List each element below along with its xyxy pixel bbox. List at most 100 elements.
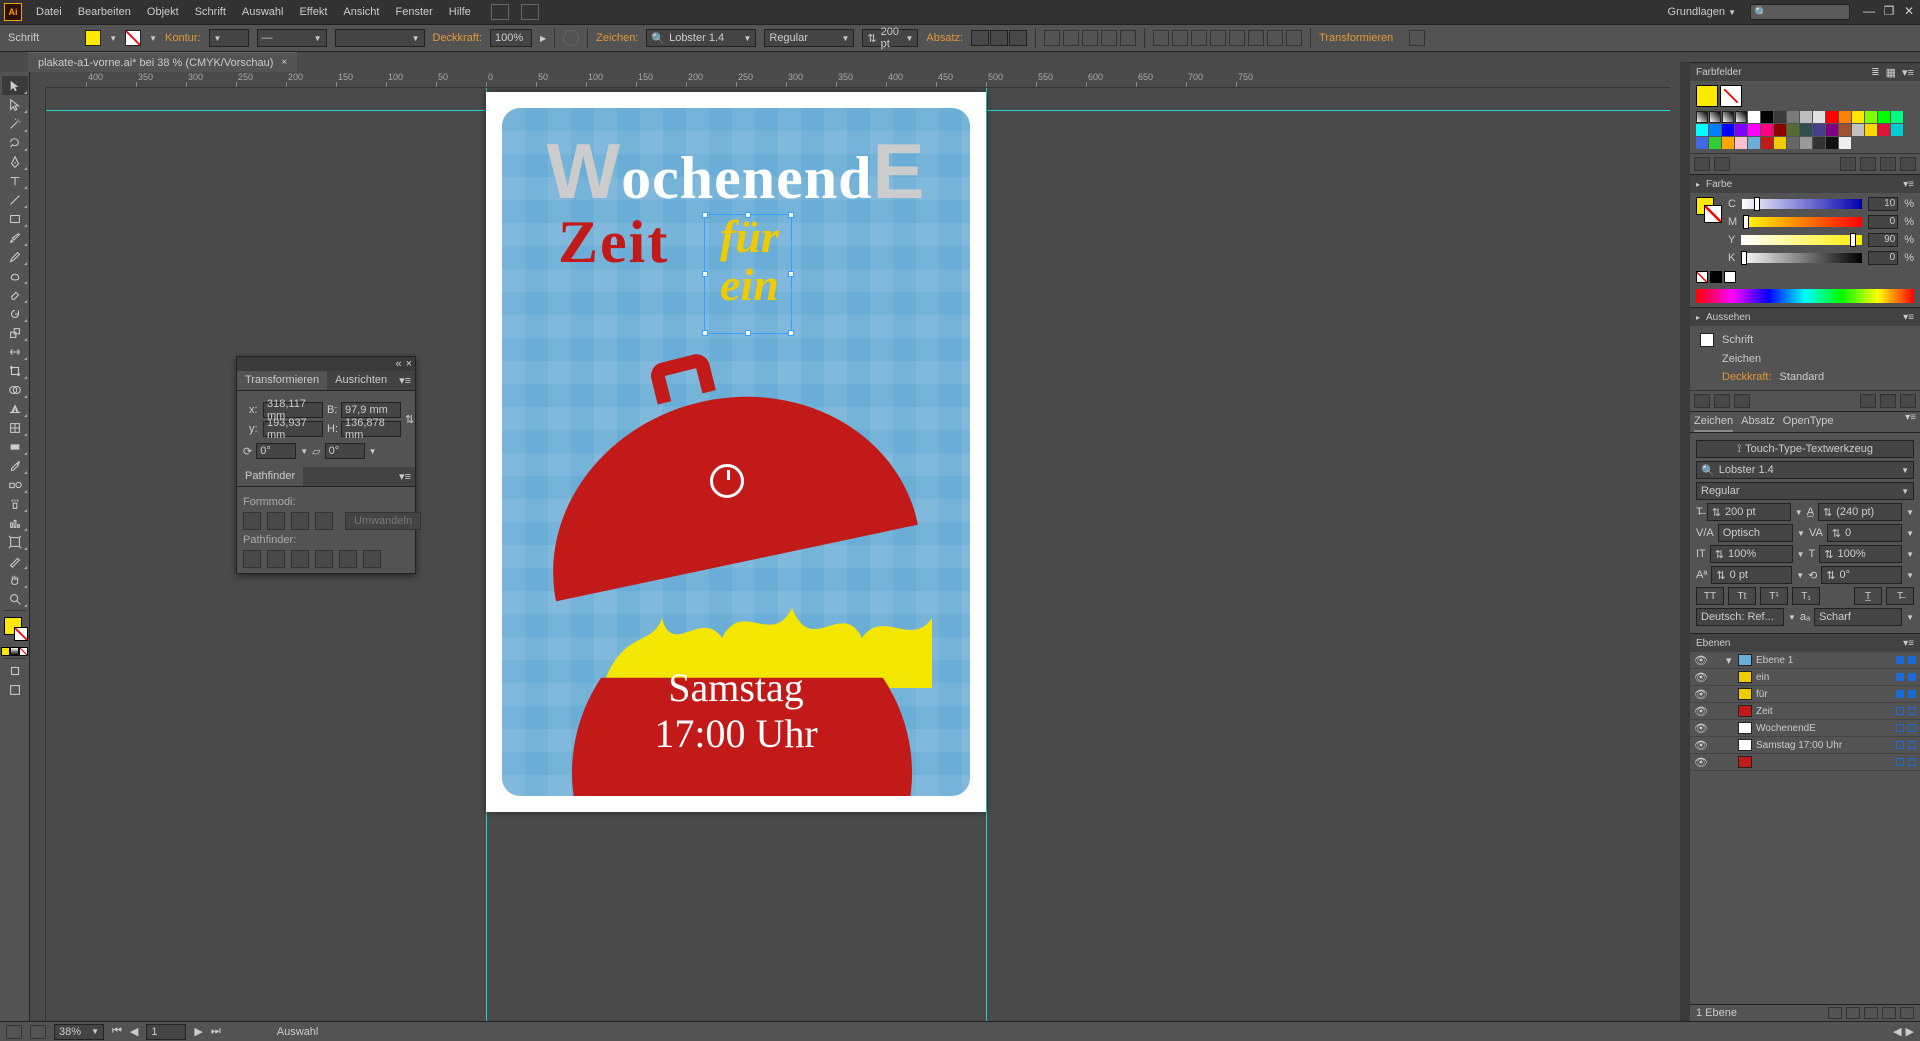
scroll-left-icon[interactable]: ◀ (1893, 1025, 1901, 1038)
new-swatch-icon[interactable] (1880, 157, 1896, 171)
eyedropper-tool[interactable] (2, 456, 28, 475)
selected-art-icon[interactable] (1908, 656, 1916, 664)
w-field[interactable]: 97,9 mm (341, 402, 401, 418)
zoom-field[interactable]: 38%▼ (54, 1024, 104, 1040)
vscale-field[interactable]: ⇅100% (1710, 545, 1793, 563)
layers-title[interactable]: Ebenen (1696, 638, 1730, 649)
screen-mode-button[interactable] (2, 680, 28, 699)
spectrum-bar[interactable] (1696, 289, 1914, 303)
target-icon[interactable] (1896, 741, 1904, 749)
swatch-libraries-icon[interactable] (1694, 157, 1710, 171)
visibility-icon[interactable]: 👁 (1694, 705, 1706, 718)
layer-row[interactable]: 👁WochenendE (1690, 720, 1920, 737)
artboard-tool[interactable] (2, 532, 28, 551)
swatch[interactable] (1722, 124, 1734, 136)
shape-builder-tool[interactable] (2, 380, 28, 399)
visibility-icon[interactable]: 👁 (1694, 756, 1706, 769)
new-sublayer-icon[interactable] (1864, 1007, 1878, 1019)
panel-menu-icon[interactable]: ▾≡ (395, 467, 415, 486)
rotate-tool[interactable] (2, 304, 28, 323)
color-title[interactable]: Farbe (1706, 179, 1732, 190)
layer-row[interactable]: 👁ein (1690, 669, 1920, 686)
color-mode-none[interactable] (19, 647, 28, 656)
y-field[interactable]: 193,937 mm (263, 421, 323, 437)
new-color-group-icon[interactable] (1860, 157, 1876, 171)
subscript-button[interactable]: T₁ (1792, 587, 1820, 605)
delete-icon[interactable] (1900, 394, 1916, 408)
stroke-profile-field[interactable]: —▼ (257, 29, 327, 47)
align-center-button[interactable] (990, 30, 1008, 46)
swatch[interactable] (1787, 111, 1799, 123)
tx-icon-7[interactable] (1267, 30, 1283, 46)
minus-front-button[interactable] (267, 512, 285, 530)
add-fill-icon[interactable] (1714, 394, 1730, 408)
target-icon[interactable] (1896, 656, 1904, 664)
target-icon[interactable] (1896, 758, 1904, 766)
y-slider[interactable] (1741, 235, 1862, 245)
appearance-opacity-label[interactable]: Deckkraft: (1722, 371, 1772, 383)
scroll-right-icon[interactable]: ▶ (1906, 1025, 1914, 1038)
swatch[interactable] (1826, 124, 1838, 136)
menu-hilfe[interactable]: Hilfe (447, 4, 473, 20)
strikethrough-button[interactable]: T̶ (1886, 587, 1914, 605)
panel-menu-icon[interactable]: ▾≡ (1903, 312, 1914, 323)
none-color-icon[interactable] (1696, 271, 1708, 283)
perspective-grid-tool[interactable] (2, 399, 28, 418)
c-value[interactable]: 10 (1868, 197, 1898, 211)
panel-titlebar[interactable]: «× (237, 357, 415, 371)
leading-field[interactable]: ⇅(240 pt) (1818, 503, 1902, 521)
tab-zeichen[interactable]: Zeichen (1694, 412, 1733, 432)
menu-effekt[interactable]: Effekt (297, 4, 329, 20)
black-icon[interactable] (1710, 271, 1722, 283)
menu-datei[interactable]: Datei (34, 4, 64, 20)
align-left-button[interactable] (971, 30, 989, 46)
slice-tool[interactable] (2, 551, 28, 570)
clear-icon[interactable] (1860, 394, 1876, 408)
swatch[interactable] (1800, 124, 1812, 136)
swatch[interactable] (1826, 111, 1838, 123)
smallcaps-button[interactable]: Tt (1728, 587, 1756, 605)
superscript-button[interactable]: T¹ (1760, 587, 1788, 605)
tab-opentype[interactable]: OpenType (1783, 412, 1834, 432)
swatch[interactable] (1878, 124, 1890, 136)
exclude-button[interactable] (315, 512, 333, 530)
swatch-grid[interactable] (1696, 111, 1914, 149)
artboard-nav-first-icon[interactable]: ⏮ (112, 1025, 122, 1038)
swatch[interactable] (1761, 124, 1773, 136)
layer-row[interactable]: 👁Zeit (1690, 703, 1920, 720)
shear-field[interactable]: 0° (325, 443, 365, 459)
font-size-field[interactable]: ⇅200 pt▼ (862, 29, 918, 47)
swatch[interactable] (1787, 124, 1799, 136)
mesh-tool[interactable] (2, 418, 28, 437)
stroke-indicator[interactable] (1704, 205, 1722, 223)
direct-selection-tool[interactable] (2, 95, 28, 114)
h-field[interactable]: 136,878 mm (341, 421, 401, 437)
window-maximize-icon[interactable]: ❐ (1882, 5, 1896, 19)
tx-icon-6[interactable] (1248, 30, 1264, 46)
pen-tool[interactable] (2, 152, 28, 171)
minus-back-button[interactable] (363, 550, 381, 568)
screen-mode-icon[interactable] (521, 4, 539, 20)
rectangle-tool[interactable] (2, 209, 28, 228)
panel-menu-icon[interactable]: ▾≡ (1903, 179, 1914, 190)
selected-art-icon[interactable] (1908, 758, 1916, 766)
tab-transformieren[interactable]: Transformieren (237, 371, 327, 390)
arrange-documents-icon[interactable] (491, 4, 509, 20)
hscale-field[interactable]: ⇅100% (1819, 545, 1902, 563)
swatch[interactable] (1709, 124, 1721, 136)
tx-icon-3[interactable] (1191, 30, 1207, 46)
align-icon-4[interactable] (1101, 30, 1117, 46)
tx-icon-5[interactable] (1229, 30, 1245, 46)
workspace-switcher[interactable]: Grundlagen ▼ (1666, 4, 1738, 20)
appearance-title[interactable]: Aussehen (1706, 312, 1750, 323)
rotate-field[interactable]: 0° (256, 443, 296, 459)
visibility-icon[interactable]: 👁 (1694, 688, 1706, 701)
unite-button[interactable] (243, 512, 261, 530)
ruler-vertical[interactable] (30, 88, 46, 1021)
swatch[interactable] (1748, 124, 1760, 136)
swatch[interactable] (1787, 137, 1799, 149)
recolor-icon[interactable] (563, 30, 579, 46)
eraser-tool[interactable] (2, 285, 28, 304)
intersect-button[interactable] (291, 512, 309, 530)
allcaps-button[interactable]: TT (1696, 587, 1724, 605)
